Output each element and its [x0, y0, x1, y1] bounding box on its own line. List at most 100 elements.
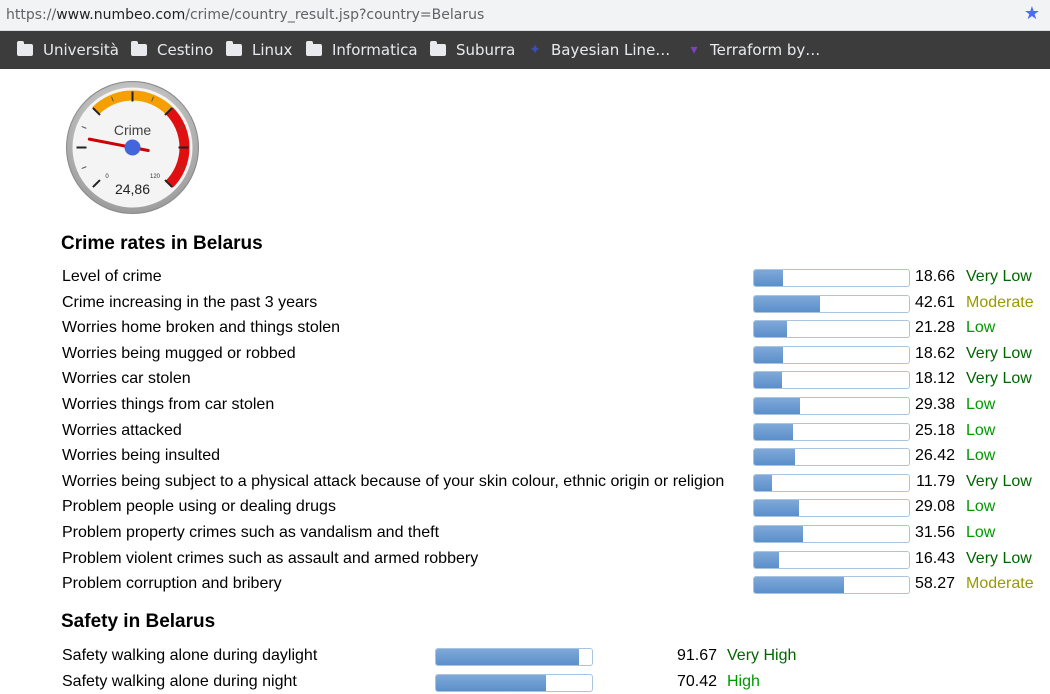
terraform-icon: ▾ — [690, 42, 698, 58]
score-bar-fill — [754, 474, 773, 491]
bookmark-star-icon[interactable]: ★ — [1024, 3, 1040, 24]
score-bar — [753, 422, 910, 441]
score-bar-fill — [754, 449, 795, 466]
gauge-max-label: 120 — [150, 174, 161, 180]
score-value: 18.62 — [914, 344, 955, 362]
rating-label: Low — [966, 524, 996, 541]
score-value: 26.42 — [914, 447, 955, 465]
table-row: Safety walking alone during daylight 91.6… — [0, 644, 1050, 669]
folder-icon — [430, 41, 446, 56]
bookmark-universita[interactable]: Università — [17, 31, 119, 69]
score-value: 31.56 — [914, 524, 955, 541]
score-bar-fill — [754, 526, 803, 542]
bookmark-label: Terraform by… — [710, 41, 821, 59]
rating-label: Moderate — [966, 575, 1034, 593]
table-row: Worries being insulted 26.42 Low — [0, 444, 1050, 469]
score-bar — [753, 397, 910, 415]
table-row: Worries things from car stolen 29.38 Low — [0, 393, 1050, 418]
score-bar-fill — [436, 649, 579, 665]
bookmark-label: Informatica — [332, 41, 418, 59]
address-bar[interactable]: https://www.numbeo.com/crime/country_res… — [0, 0, 1050, 31]
score-bar — [753, 525, 910, 543]
row-label: Crime increasing in the past 3 years — [62, 293, 318, 311]
score-value: 42.61 — [914, 293, 955, 311]
bookmark-informatica[interactable]: Informatica — [306, 31, 418, 69]
site-icon: ✦ — [529, 42, 541, 58]
bookmarks-bar: Università Cestino Linux Informatica Sub… — [0, 31, 1050, 69]
folder-icon — [17, 41, 33, 56]
bookmark-bayesian[interactable]: ✦ Bayesian Line… — [527, 31, 670, 69]
bookmark-suburra[interactable]: Suburra — [430, 31, 515, 69]
score-value: 25.18 — [914, 421, 955, 439]
url-text[interactable]: https://www.numbeo.com/crime/country_res… — [6, 7, 484, 23]
score-bar — [753, 473, 910, 492]
row-label: Worries things from car stolen — [62, 396, 275, 413]
row-label: Problem property crimes such as vandalis… — [62, 524, 440, 541]
table-row: Crime increasing in the past 3 years 42.6… — [0, 291, 1050, 316]
url-host: www.numbeo.com — [56, 7, 186, 23]
score-bar — [753, 499, 910, 518]
score-value: 29.38 — [914, 396, 955, 413]
gauge-hub — [124, 139, 141, 156]
row-label: Safety walking alone during night — [62, 672, 297, 690]
score-bar-fill — [754, 423, 794, 440]
row-label: Worries being insulted — [62, 447, 221, 465]
table-row: Worries being mugged or robbed 18.62 Very … — [0, 342, 1050, 367]
crime-gauge: Crime 0 120 24,86 — [65, 80, 200, 215]
score-bar-fill — [754, 346, 783, 363]
rating-label: Low — [966, 396, 996, 413]
row-label: Worries being mugged or robbed — [62, 344, 296, 362]
score-bar-fill — [754, 577, 845, 594]
score-bar — [753, 294, 910, 313]
table-row: Worries being subject to a physical atta… — [0, 470, 1050, 495]
rating-label: High — [727, 672, 760, 690]
score-bar — [753, 371, 910, 390]
rating-label: Moderate — [966, 293, 1034, 311]
bookmark-terraform[interactable]: ▾ Terraform by… — [686, 31, 820, 69]
score-bar-fill — [436, 674, 546, 691]
rating-label: Very Low — [966, 268, 1032, 285]
score-bar — [753, 269, 910, 287]
table-row: Problem property crimes such as vandalis… — [0, 521, 1050, 546]
bookmark-cestino[interactable]: Cestino — [131, 31, 213, 69]
score-bar — [753, 448, 910, 467]
score-value: 18.12 — [914, 370, 955, 388]
table-row: Worries car stolen 18.12 Very Low — [0, 367, 1050, 392]
score-bar-fill — [754, 372, 783, 389]
bookmark-linux[interactable]: Linux — [226, 31, 292, 69]
row-label: Problem corruption and bribery — [62, 575, 282, 593]
score-value: 18.66 — [914, 268, 955, 285]
score-bar-fill — [754, 398, 800, 414]
score-value: 58.27 — [914, 575, 955, 593]
row-label: Problem violent crimes such as assault a… — [62, 549, 479, 567]
rating-label: Low — [966, 421, 996, 439]
table-row: Problem violent crimes such as assault a… — [0, 547, 1050, 572]
score-value: 91.67 — [676, 647, 717, 664]
url-path: /crime/country_result.jsp?country=Belaru… — [185, 7, 485, 23]
rating-label: Low — [966, 319, 996, 337]
bookmark-label: Università — [43, 41, 119, 59]
score-value: 16.43 — [914, 549, 955, 567]
gauge-title: Crime — [114, 122, 152, 138]
row-label: Worries home broken and things stolen — [62, 319, 341, 337]
rating-label: Very Low — [966, 472, 1032, 490]
score-bar — [435, 648, 593, 666]
score-value: 70.42 — [676, 672, 717, 690]
table-row: Problem corruption and bribery 58.27 Moder… — [0, 572, 1050, 597]
safety-section-title: Safety in Belarus — [61, 611, 216, 632]
bookmark-label: Cestino — [157, 41, 214, 59]
score-bar-fill — [754, 295, 821, 312]
table-row: Level of crime 18.66 Very Low — [0, 265, 1050, 290]
score-value: 11.79 — [916, 472, 955, 490]
score-bar — [753, 576, 910, 595]
score-bar — [753, 320, 910, 339]
url-scheme: https:// — [6, 7, 57, 23]
row-label: Worries car stolen — [62, 370, 191, 388]
score-bar — [435, 673, 593, 692]
folder-icon — [131, 41, 147, 56]
table-row: Worries home broken and things stolen 21.… — [0, 316, 1050, 341]
row-label: Level of crime — [62, 268, 162, 285]
score-bar-fill — [754, 270, 783, 286]
score-bar-fill — [754, 551, 780, 568]
table-row: Safety walking alone during night 70.42 Hi… — [0, 670, 1050, 694]
